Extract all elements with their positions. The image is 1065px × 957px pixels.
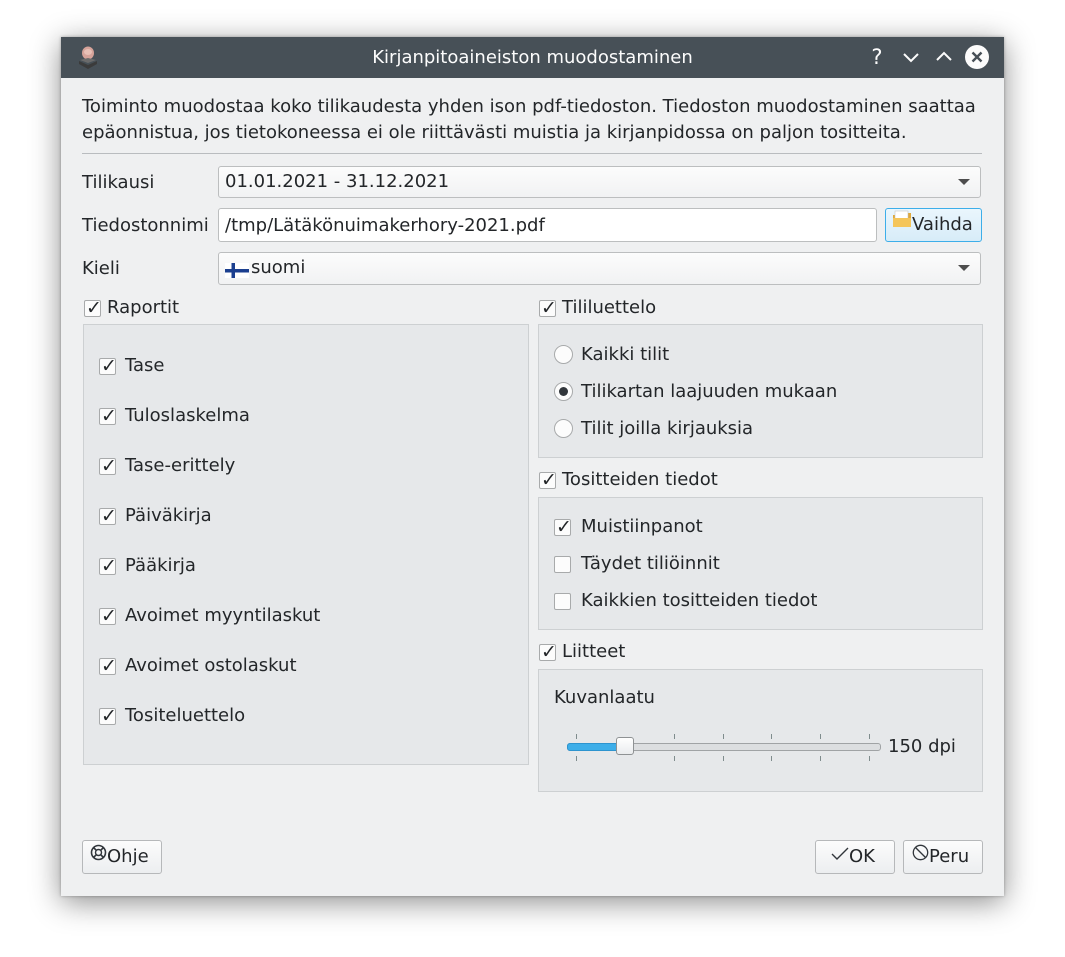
help-button[interactable]: Ohje	[82, 840, 162, 874]
slider-tick	[674, 756, 675, 761]
intro-text: Toiminto muodostaa koko tilikaudesta yhd…	[82, 96, 976, 143]
muistiinpanot-label: Muistiinpanot	[581, 516, 703, 537]
tilit-joilla-kirjauksia-radio[interactable]	[554, 419, 573, 438]
cancel-button[interactable]: Peru	[903, 840, 983, 874]
raportit-label: Raportit	[107, 297, 180, 318]
tositteiden-tiedot-label: Tositteiden tiedot	[562, 469, 718, 490]
tilikartan-laajuus-label: Tilikartan laajuuden mukaan	[581, 381, 838, 402]
image-quality-value: 150 dpi	[888, 736, 956, 757]
slider-tick	[723, 756, 724, 761]
slider-tick	[820, 756, 821, 761]
tase-erittely-label: Tase-erittely	[125, 455, 236, 476]
paakirja-label: Pääkirja	[125, 555, 196, 576]
help-icon[interactable]: ?	[865, 45, 889, 69]
cancel-button-label: Peru	[929, 846, 970, 867]
vaihda-label: Vaihda	[912, 214, 973, 235]
slider-tick	[820, 734, 821, 739]
liitteet-panel: Kuvanlaatu	[538, 669, 983, 792]
kaikki-tilit-radio[interactable]	[554, 345, 573, 364]
slider-tick	[674, 734, 675, 739]
paivakirja-label: Päiväkirja	[125, 505, 212, 526]
lifebuoy-icon	[90, 840, 107, 872]
separator	[82, 153, 982, 154]
kieli-value: suomi	[251, 257, 306, 278]
title-bar[interactable]: Kirjanpitoaineiston muodostaminen ?	[61, 37, 1004, 78]
tiedostonnimi-label: Tiedostonnimi	[82, 215, 209, 236]
tililuettelo-checkbox[interactable]	[539, 297, 557, 319]
kieli-label: Kieli	[82, 258, 120, 279]
chevron-down-icon	[958, 179, 970, 185]
tuloslaskelma-label: Tuloslaskelma	[125, 405, 250, 426]
chevron-down-icon	[958, 265, 970, 271]
slider-tick	[576, 756, 577, 761]
tositeluettelo-checkbox[interactable]	[99, 705, 117, 727]
avoimet-ostolaskut-label: Avoimet ostolaskut	[125, 655, 297, 676]
slider-tick	[771, 756, 772, 761]
finland-flag-icon	[225, 262, 249, 283]
checkmark-icon	[831, 840, 849, 872]
image-quality-slider-handle[interactable]	[616, 737, 634, 755]
liitteet-checkbox[interactable]	[539, 641, 557, 663]
muistiinpanot-checkbox[interactable]	[554, 516, 572, 538]
tase-checkbox[interactable]	[99, 355, 117, 377]
tositteiden-tiedot-checkbox[interactable]	[539, 469, 557, 491]
tilikartan-laajuus-radio[interactable]	[554, 382, 573, 401]
slider-tick	[576, 734, 577, 739]
minimize-icon[interactable]	[899, 45, 923, 69]
slider-tick	[869, 734, 870, 739]
cancel-circle-icon	[912, 840, 929, 872]
raportit-panel: Tase Tuloslaskelma Tase-erittely Päiväki…	[83, 324, 529, 765]
paivakirja-checkbox[interactable]	[99, 505, 117, 527]
window-title: Kirjanpitoaineiston muodostaminen	[372, 47, 693, 68]
raportit-checkbox[interactable]	[84, 297, 102, 319]
avoimet-ostolaskut-checkbox[interactable]	[99, 655, 117, 677]
kieli-combobox[interactable]: suomi	[218, 252, 981, 285]
taydet-tilioinnit-label: Täydet tiliöinnit	[581, 553, 720, 574]
taydet-tilioinnit-checkbox[interactable]	[554, 556, 571, 573]
ok-button-label: OK	[849, 846, 875, 867]
kuvanlaatu-label: Kuvanlaatu	[554, 687, 655, 708]
kaikkien-tositteiden-tiedot-label: Kaikkien tositteiden tiedot	[581, 590, 818, 611]
liitteet-label: Liitteet	[562, 641, 626, 662]
avoimet-myyntilaskut-checkbox[interactable]	[99, 605, 117, 627]
tililuettelo-panel: Kaikki tilit Tilikartan laajuuden mukaan…	[538, 324, 983, 458]
help-button-label: Ohje	[107, 846, 149, 867]
vaihda-button[interactable]: Vaihda	[885, 208, 982, 242]
tililuettelo-label: Tililuettelo	[562, 297, 657, 318]
avoimet-myyntilaskut-label: Avoimet myyntilaskut	[125, 605, 321, 626]
kaikkien-tositteiden-tiedot-checkbox[interactable]	[554, 593, 571, 610]
filename-input[interactable]	[218, 208, 877, 242]
close-icon[interactable]	[964, 45, 989, 69]
ok-button[interactable]: OK	[815, 840, 895, 874]
tilikausi-combobox[interactable]: 01.01.2021 - 31.12.2021	[218, 166, 981, 198]
tilikausi-label: Tilikausi	[82, 172, 155, 193]
slider-tick	[771, 734, 772, 739]
folder-icon	[892, 207, 912, 239]
tositteiden-tiedot-panel: Muistiinpanot Täydet tiliöinnit Kaikkien…	[538, 497, 983, 630]
tase-label: Tase	[125, 355, 165, 376]
tase-erittely-checkbox[interactable]	[99, 455, 117, 477]
kaikki-tilit-label: Kaikki tilit	[581, 344, 670, 365]
tilit-joilla-kirjauksia-label: Tilit joilla kirjauksia	[581, 418, 754, 439]
slider-tick	[869, 756, 870, 761]
tilikausi-value: 01.01.2021 - 31.12.2021	[225, 171, 450, 192]
slider-tick	[723, 734, 724, 739]
dialog-window: Kirjanpitoaineiston muodostaminen ? Toim…	[61, 37, 1004, 896]
paakirja-checkbox[interactable]	[99, 555, 117, 577]
maximize-icon[interactable]	[932, 45, 956, 69]
tuloslaskelma-checkbox[interactable]	[99, 405, 117, 427]
tositeluettelo-label: Tositeluettelo	[125, 705, 246, 726]
